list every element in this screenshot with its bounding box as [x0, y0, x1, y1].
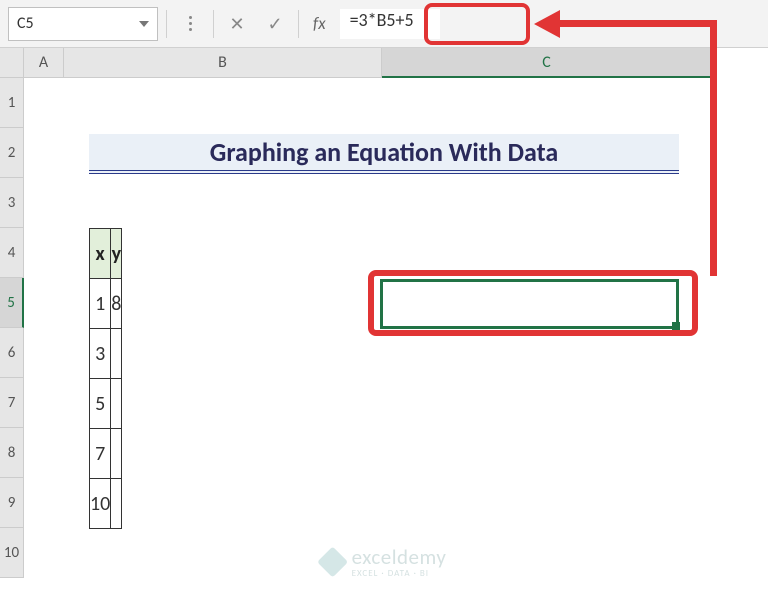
select-all-corner[interactable] — [0, 48, 24, 78]
cancel-icon[interactable]: ✕ — [222, 9, 252, 39]
table-row: 3 — [90, 329, 122, 379]
watermark-brand: exceldemy — [352, 544, 447, 570]
table-row: 10 — [90, 479, 122, 529]
row-header-4[interactable]: 4 — [0, 228, 24, 278]
cell-y[interactable]: 8 — [111, 279, 122, 329]
name-box[interactable]: C5 — [8, 7, 158, 41]
row-header-3[interactable]: 3 — [0, 178, 24, 228]
table-row: 18 — [90, 279, 122, 329]
column-headers: ABC — [24, 48, 712, 78]
column-header-A[interactable]: A — [24, 48, 64, 78]
name-box-value: C5 — [17, 14, 34, 33]
row-header-10[interactable]: 10 — [0, 528, 24, 578]
watermark: exceldemy EXCEL · DATA · BI — [322, 544, 447, 579]
separator — [298, 10, 299, 38]
row-header-7[interactable]: 7 — [0, 378, 24, 428]
sheet-title: Graphing an Equation With Data — [89, 134, 679, 174]
separator — [166, 10, 167, 38]
table-row: 7 — [90, 429, 122, 479]
cell-y[interactable] — [111, 379, 122, 429]
row-header-1[interactable]: 1 — [0, 78, 24, 128]
data-table: x y 1835710 — [89, 228, 122, 529]
more-icon[interactable] — [175, 9, 205, 39]
cell-y[interactable] — [111, 329, 122, 379]
row-header-2[interactable]: 2 — [0, 128, 24, 178]
logo-icon — [317, 546, 348, 577]
cell-x[interactable]: 5 — [90, 379, 111, 429]
cell-x[interactable]: 10 — [90, 479, 111, 529]
row-header-5[interactable]: 5 — [0, 278, 24, 328]
separator — [213, 10, 214, 38]
row-header-8[interactable]: 8 — [0, 428, 24, 478]
table-header-row: x y — [90, 229, 122, 279]
formula-input[interactable]: =3*B5+5 — [340, 9, 440, 39]
cell-y[interactable] — [111, 479, 122, 529]
header-y[interactable]: y — [111, 229, 122, 279]
column-header-C[interactable]: C — [382, 48, 712, 78]
row-headers: 12345678910 — [0, 78, 24, 578]
column-header-B[interactable]: B — [64, 48, 382, 78]
header-x[interactable]: x — [90, 229, 111, 279]
active-cell-outline — [380, 279, 679, 329]
formula-bar: C5 ✕ ✓ fx =3*B5+5 — [0, 0, 768, 48]
cell-x[interactable]: 7 — [90, 429, 111, 479]
row-header-6[interactable]: 6 — [0, 328, 24, 378]
table-row: 5 — [90, 379, 122, 429]
fx-icon[interactable]: fx — [313, 13, 326, 34]
cell-x[interactable]: 3 — [90, 329, 111, 379]
spreadsheet-grid: ABC 12345678910 Graphing an Equation Wit… — [0, 48, 768, 609]
enter-icon[interactable]: ✓ — [260, 9, 290, 39]
row-header-9[interactable]: 9 — [0, 478, 24, 528]
cell-x[interactable]: 1 — [90, 279, 111, 329]
chevron-down-icon[interactable] — [139, 21, 149, 27]
cell-y[interactable] — [111, 429, 122, 479]
